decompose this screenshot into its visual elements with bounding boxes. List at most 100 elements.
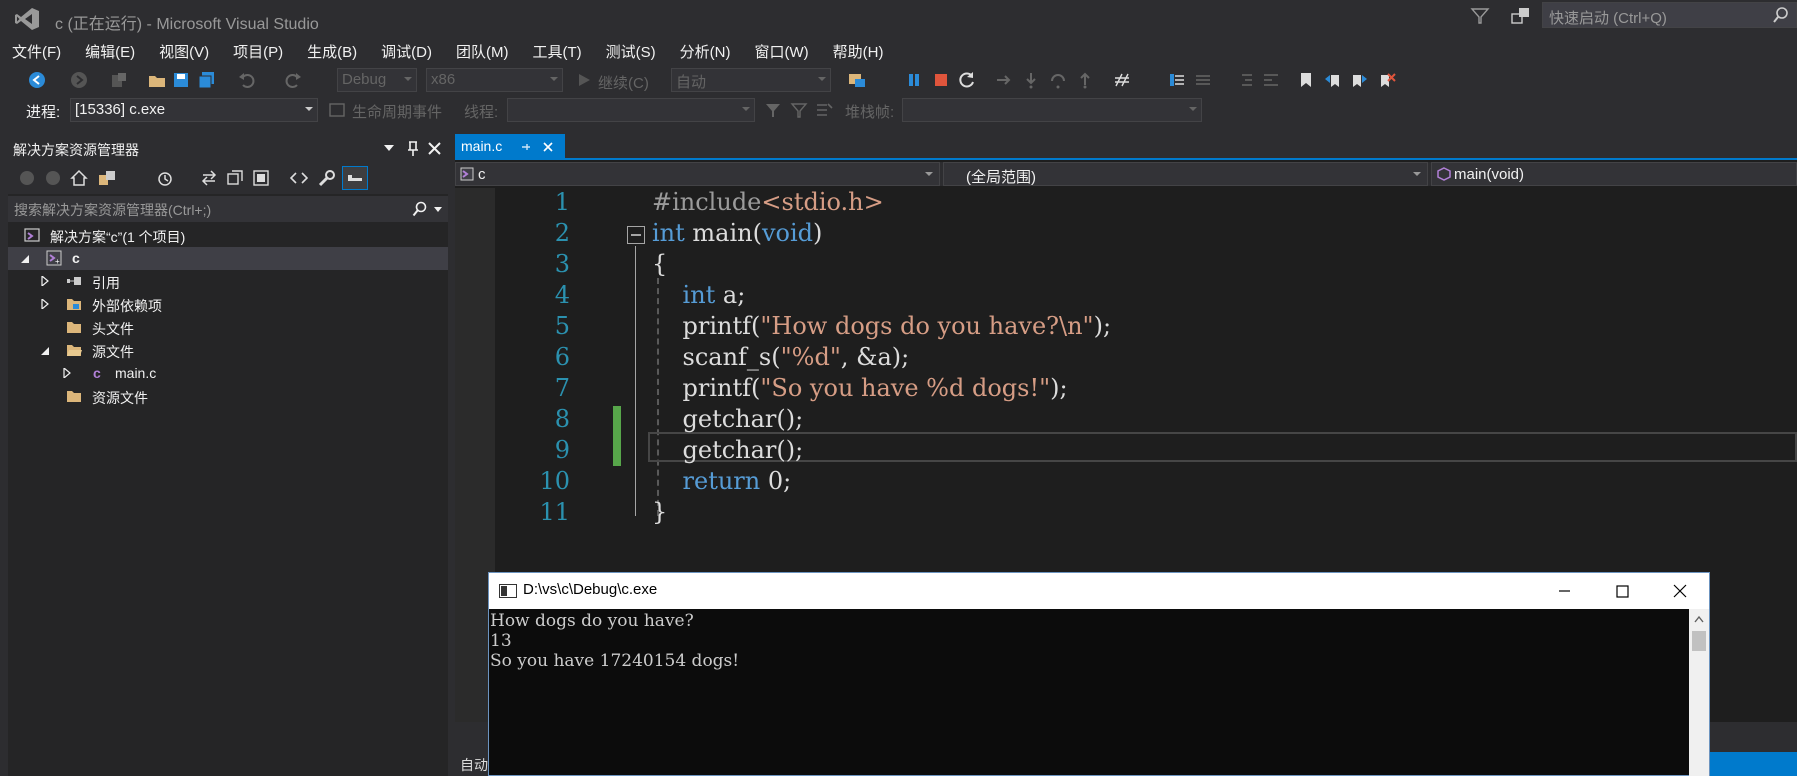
clear-bookmarks-icon[interactable] [1378, 71, 1396, 89]
tree-item-project[interactable]: + c [8, 247, 448, 270]
menu-help[interactable]: 帮助(H) [825, 41, 892, 62]
restart-icon[interactable] [958, 71, 976, 89]
previous-bookmark-icon[interactable] [1324, 71, 1342, 89]
collapse-all-icon[interactable] [226, 169, 244, 187]
tree-item-references[interactable]: 引用 [8, 270, 448, 293]
feedback-filter-icon[interactable] [1470, 6, 1490, 26]
uncomment-icon[interactable] [1194, 71, 1212, 89]
forward-icon[interactable] [70, 71, 88, 89]
collapse-icon[interactable] [20, 254, 30, 264]
lifecycle-events-icon[interactable] [328, 101, 346, 119]
home-icon[interactable] [70, 169, 88, 187]
show-flagged-threads-icon[interactable] [790, 101, 808, 119]
save-all-icon[interactable] [198, 71, 216, 89]
menu-file[interactable]: 文件(F) [4, 41, 69, 62]
new-project-icon[interactable] [110, 71, 128, 89]
member-dropdown[interactable]: main(void) [1431, 162, 1797, 186]
thread-select[interactable] [507, 98, 755, 122]
member-value: main(void) [1454, 166, 1525, 183]
menu-debug[interactable]: 调试(D) [373, 41, 440, 62]
menu-build[interactable]: 生成(B) [299, 41, 365, 62]
redo-icon[interactable] [284, 71, 302, 89]
search-icon[interactable] [412, 201, 428, 217]
tree-item-solution[interactable]: 解决方案“c”(1 个项目) [8, 224, 448, 247]
expand-icon[interactable] [40, 276, 50, 286]
expand-callstack-icon[interactable] [815, 101, 833, 119]
break-all-icon[interactable] [905, 71, 923, 89]
menu-view[interactable]: 视图(V) [151, 41, 217, 62]
next-bookmark-icon[interactable] [1350, 71, 1368, 89]
scroll-up-icon[interactable] [1694, 615, 1704, 623]
close-window-icon[interactable] [1651, 573, 1709, 609]
back-icon[interactable] [28, 71, 46, 89]
back-icon[interactable] [18, 169, 36, 187]
toggle-flag-icon[interactable] [764, 101, 782, 119]
step-out-icon[interactable] [1076, 71, 1094, 89]
bookmark-icon[interactable] [1297, 71, 1315, 89]
pending-changes-filter-icon[interactable] [156, 169, 174, 187]
step-into-icon[interactable] [1022, 71, 1040, 89]
collapse-icon[interactable] [40, 346, 50, 356]
close-panel-icon[interactable] [428, 142, 441, 155]
pin-tab-icon[interactable] [521, 142, 531, 152]
hex-display-icon[interactable] [1113, 71, 1131, 89]
lifecycle-events-label[interactable]: 生命周期事件 [352, 101, 442, 122]
tree-item-main-c[interactable]: c main.c [8, 362, 448, 385]
solution-platform-select[interactable]: x86 [426, 68, 563, 92]
continue-target-select[interactable]: 自动 [671, 68, 831, 92]
maximize-icon[interactable] [1593, 573, 1651, 609]
search-options-icon[interactable] [434, 207, 442, 212]
collapse-region-icon[interactable] [627, 226, 645, 244]
menu-tools[interactable]: 工具(T) [524, 41, 589, 62]
pin-icon[interactable] [406, 141, 420, 157]
menu-window[interactable]: 窗口(W) [746, 41, 816, 62]
expand-icon[interactable] [62, 368, 72, 378]
tree-item-external-deps[interactable]: 外部依赖项 [8, 293, 448, 316]
solution-search-input[interactable]: 搜索解决方案资源管理器(Ctrl+;) [8, 196, 448, 222]
stop-debugging-icon[interactable] [932, 71, 950, 89]
quick-launch-placeholder: 快速启动 (Ctrl+Q) [1549, 10, 1667, 27]
panel-menu-icon[interactable] [384, 145, 394, 153]
project-dropdown[interactable]: c [455, 162, 940, 186]
save-icon[interactable] [172, 71, 190, 89]
continue-label[interactable]: 继续(C) [598, 72, 649, 93]
console-scrollbar[interactable] [1689, 609, 1709, 776]
tab-main-c[interactable]: main.c [455, 134, 565, 160]
menu-team[interactable]: 团队(M) [448, 41, 517, 62]
console-output[interactable]: How dogs do you have? 13 So you have 172… [489, 609, 1689, 776]
menu-project[interactable]: 项目(P) [225, 41, 291, 62]
tree-item-header-files[interactable]: 头文件 [8, 316, 448, 339]
comment-icon[interactable] [1168, 71, 1186, 89]
step-over-icon[interactable] [1049, 71, 1067, 89]
undo-icon[interactable] [238, 71, 256, 89]
menu-analyze[interactable]: 分析(N) [672, 41, 739, 62]
minimize-icon[interactable] [1535, 573, 1593, 609]
process-select[interactable]: [15336] c.exe [70, 98, 318, 122]
show-next-statement-icon[interactable] [995, 71, 1013, 89]
properties-icon[interactable] [318, 169, 336, 187]
quick-launch-input[interactable]: 快速启动 (Ctrl+Q) [1542, 2, 1797, 28]
tree-item-source-files[interactable]: 源文件 [8, 339, 448, 362]
switch-views-icon[interactable] [98, 169, 116, 187]
attach-process-icon[interactable] [848, 71, 866, 89]
scrollbar-thumb[interactable] [1692, 631, 1706, 651]
decrease-indent-icon[interactable] [1236, 71, 1254, 89]
forward-icon[interactable] [44, 169, 62, 187]
stackframe-select[interactable] [902, 98, 1202, 122]
tree-item-resource-files[interactable]: 资源文件 [8, 385, 448, 408]
preview-selected-items-button[interactable] [342, 166, 368, 190]
expand-icon[interactable] [40, 299, 50, 309]
autos-tab-label[interactable]: 自动 [460, 755, 488, 775]
sync-with-document-icon[interactable] [200, 169, 218, 187]
show-all-files-icon[interactable] [252, 169, 270, 187]
continue-icon[interactable] [575, 71, 593, 89]
scope-dropdown[interactable]: (全局范围) [943, 162, 1428, 186]
menu-edit[interactable]: 编辑(E) [77, 41, 143, 62]
view-code-icon[interactable] [290, 169, 308, 187]
open-file-icon[interactable] [148, 71, 166, 89]
menu-test[interactable]: 测试(S) [598, 41, 664, 62]
increase-indent-icon[interactable] [1262, 71, 1280, 89]
notifications-icon[interactable] [1510, 6, 1532, 26]
solution-configuration-select[interactable]: Debug [337, 68, 417, 92]
close-tab-icon[interactable] [543, 142, 553, 152]
